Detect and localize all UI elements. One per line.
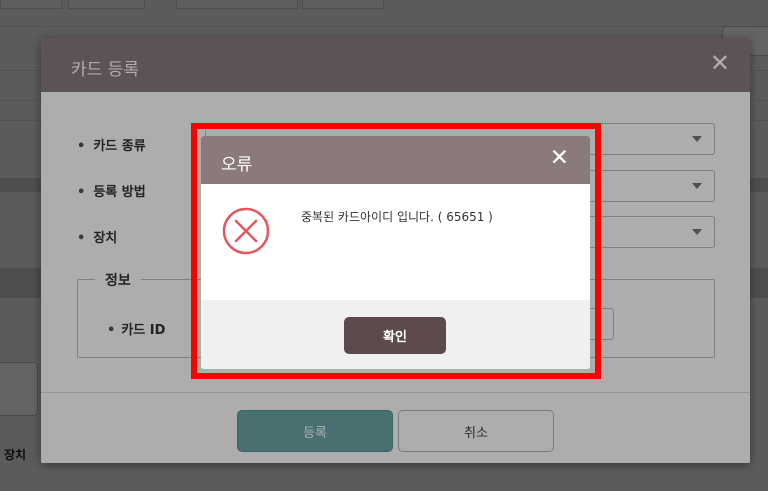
error-dialog-title: 오류 (221, 155, 253, 175)
error-dialog-close-icon[interactable]: ✕ (550, 147, 569, 170)
confirm-button[interactable]: 확인 (344, 317, 446, 354)
error-dialog-header: 오류 ✕ (201, 136, 590, 184)
error-message: 중복된 카드아이디 입니다. ( 65651 ) (301, 210, 493, 224)
error-x-circle-icon (221, 206, 271, 260)
error-dialog: 오류 ✕ 중복된 카드아이디 입니다. ( 65651 ) 확인 (201, 136, 590, 369)
